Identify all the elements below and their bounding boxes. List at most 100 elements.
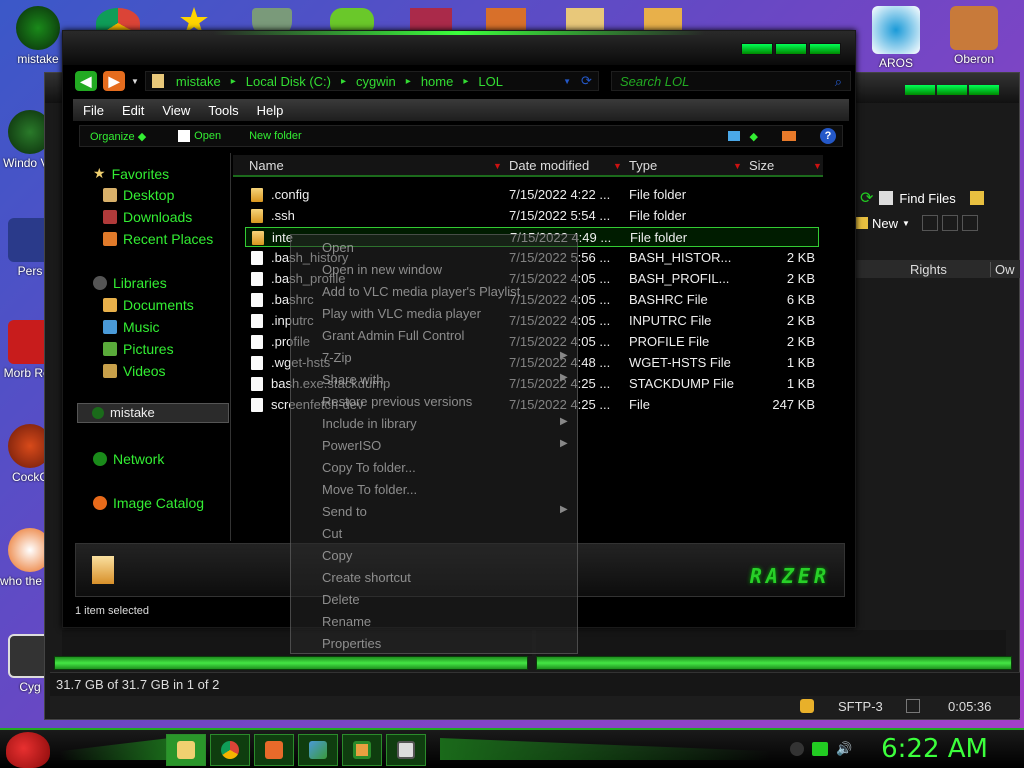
minimize-button[interactable] [741, 43, 773, 55]
menu-help[interactable]: Help [257, 103, 284, 118]
column-type[interactable]: Type [629, 158, 657, 173]
chevron-down-icon[interactable]: ▼ [813, 161, 822, 171]
maximize-button[interactable] [775, 43, 807, 55]
nav-music[interactable]: Music [103, 319, 160, 335]
context-menu-item[interactable]: Open in new window [322, 262, 442, 277]
taskbar-sftp-button[interactable] [298, 734, 338, 766]
context-menu-item[interactable]: PowerISO ▶ [322, 438, 568, 453]
find-files-button[interactable]: Find Files [899, 191, 955, 206]
column-date-modified[interactable]: Date modified [509, 158, 589, 173]
nav-recent-places[interactable]: Recent Places [103, 231, 213, 247]
new-folder-button[interactable]: New folder [249, 130, 302, 142]
forward-button[interactable]: ▶ [103, 71, 125, 91]
nav-pictures[interactable]: Pictures [103, 341, 174, 357]
view-dropdown-icon[interactable]: ◆ [750, 130, 758, 143]
maximize-button[interactable] [937, 85, 967, 95]
minimize-button[interactable] [905, 85, 935, 95]
add-icon[interactable] [921, 215, 938, 231]
column-size[interactable]: Size [749, 158, 774, 173]
column-name[interactable]: Name [249, 158, 284, 173]
context-menu-item[interactable]: 7-Zip ▶ [322, 350, 568, 365]
address-dropdown-icon[interactable]: ▼ [563, 77, 571, 86]
context-menu-item[interactable]: Copy [322, 548, 352, 563]
nav-videos[interactable]: Videos [103, 363, 166, 379]
new-button[interactable]: New [872, 216, 898, 231]
remove-icon[interactable] [941, 215, 958, 231]
nav-network[interactable]: Network [93, 451, 164, 467]
context-menu-item[interactable]: Rename [322, 614, 371, 629]
address-bar[interactable]: mistake ▸ Local Disk (C:) ▸ cygwin ▸ hom… [144, 71, 599, 91]
context-menu-item[interactable]: Properties [322, 636, 381, 651]
taskbar-chrome-button[interactable] [210, 734, 250, 766]
context-menu-item[interactable]: Include in library ▶ [322, 416, 568, 431]
context-menu-item[interactable]: Copy To folder... [322, 460, 416, 475]
refresh-icon[interactable]: ⟳ [860, 188, 873, 208]
file-row[interactable]: .ssh 7/15/2022 5:54 ... File folder [245, 206, 819, 226]
nav-downloads[interactable]: Downloads [103, 209, 192, 225]
navigation-pane: ★ Favorites Desktop Downloads Recent Pla… [75, 153, 231, 541]
volume-icon[interactable]: 🔊 [836, 742, 852, 756]
breadcrumb-home[interactable]: home [421, 74, 454, 89]
desktop-icon-oberon[interactable]: Oberon [944, 6, 1004, 66]
breadcrumb-lol[interactable]: LOL [478, 74, 503, 89]
refresh-icon[interactable]: ⟳ [581, 73, 592, 89]
nav-libraries[interactable]: Libraries [93, 275, 167, 291]
close-button[interactable] [809, 43, 841, 55]
clock[interactable]: 6:22 AM [881, 734, 988, 764]
taskbar-monitor-button[interactable] [386, 734, 426, 766]
file-row[interactable]: .config 7/15/2022 4:22 ... File folder [245, 185, 819, 205]
back-button[interactable]: ◀ [75, 71, 97, 91]
search-icon[interactable]: ⌕ [835, 74, 842, 89]
rights-column-header[interactable]: Rights [910, 262, 947, 277]
search-input[interactable]: Search LOL ⌕ [611, 71, 851, 91]
desktop-icon-aros[interactable]: AROS [866, 6, 926, 70]
context-menu-item[interactable]: Open [322, 240, 354, 255]
left-scrollbar[interactable] [54, 656, 528, 670]
open-button[interactable]: Open [178, 130, 221, 143]
menu-tools[interactable]: Tools [208, 103, 238, 118]
owner-column-header[interactable]: Ow [990, 262, 1015, 277]
breadcrumb-local-disk[interactable]: Local Disk (C:) [246, 74, 331, 89]
context-menu-item[interactable]: Create shortcut [322, 570, 411, 585]
taskbar-html5-button[interactable] [254, 734, 294, 766]
recent-pages-icon[interactable]: ▼ [131, 77, 139, 86]
context-menu-item[interactable]: Delete [322, 592, 360, 607]
preview-pane-icon[interactable] [782, 131, 796, 141]
chevron-down-icon[interactable]: ▼ [493, 161, 502, 171]
chevron-down-icon[interactable]: ▼ [902, 219, 910, 228]
start-button[interactable] [6, 732, 50, 768]
right-scrollbar[interactable] [536, 656, 1012, 670]
menu-view[interactable]: View [162, 103, 190, 118]
nav-desktop[interactable]: Desktop [103, 187, 174, 203]
help-icon[interactable]: ? [820, 128, 836, 144]
breadcrumb-mistake[interactable]: mistake [176, 74, 221, 89]
taskbar-explorer-button[interactable] [166, 734, 206, 766]
close-button[interactable] [969, 85, 999, 95]
context-menu-item[interactable]: Send to ▶ [322, 504, 568, 519]
chevron-down-icon[interactable]: ▼ [733, 161, 742, 171]
context-menu-item[interactable]: Restore previous versions [322, 394, 472, 409]
nav-drive-mistake[interactable]: mistake [77, 403, 229, 423]
context-menu-label: Open in new window [322, 262, 442, 277]
context-menu-item[interactable]: Grant Admin Full Control [322, 328, 464, 343]
nav-documents[interactable]: Documents [103, 297, 194, 313]
context-menu-item[interactable]: Move To folder... [322, 482, 417, 497]
context-menu-item[interactable]: Play with VLC media player [322, 306, 481, 321]
taskbar-app-button[interactable] [342, 734, 382, 766]
view-options-icon[interactable] [727, 131, 740, 141]
battery-icon[interactable] [812, 742, 828, 756]
menu-edit[interactable]: Edit [122, 103, 144, 118]
filter-icon[interactable] [961, 215, 978, 231]
breadcrumb-cygwin[interactable]: cygwin [356, 74, 396, 89]
desktop-icon-mistake[interactable]: mistake [8, 6, 68, 66]
context-menu-item[interactable]: Cut [322, 526, 342, 541]
find-folder-icon[interactable] [969, 191, 984, 205]
tray-expand-icon[interactable] [790, 742, 804, 756]
chevron-down-icon[interactable]: ▼ [613, 161, 622, 171]
context-menu-item[interactable]: Add to VLC media player's Playlist [322, 284, 520, 299]
nav-image-catalog[interactable]: Image Catalog [93, 495, 204, 511]
context-menu-item[interactable]: Share with ▶ [322, 372, 568, 387]
menu-file[interactable]: File [83, 103, 104, 118]
organize-button[interactable]: Organize ◆ [90, 130, 146, 143]
nav-favorites[interactable]: ★ Favorites [93, 165, 169, 182]
